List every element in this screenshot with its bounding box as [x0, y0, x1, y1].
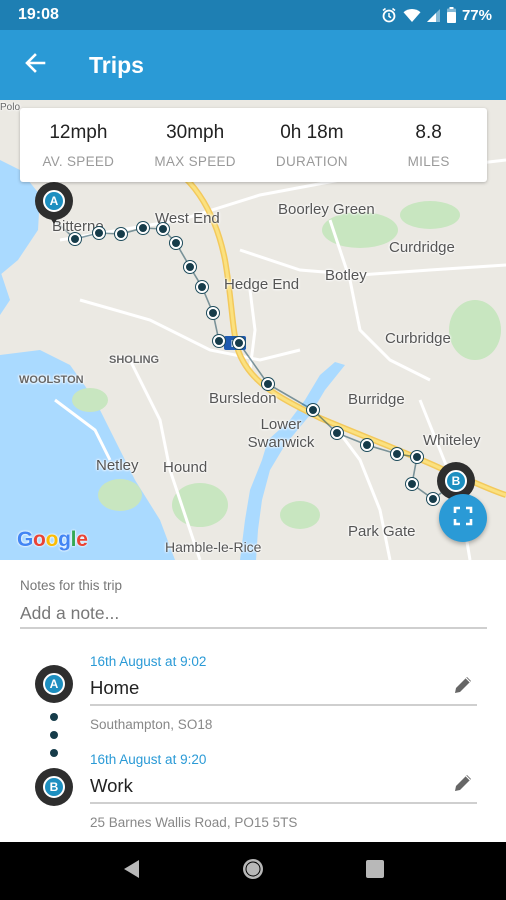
route-point [137, 222, 149, 234]
route-point [406, 478, 418, 490]
map-label: Curdridge [389, 239, 455, 256]
nav-home-button[interactable] [233, 851, 273, 891]
trip-map[interactable]: M Polo Bitterne West End Boorley Green C… [0, 100, 506, 560]
stat-value: 30mph [166, 121, 225, 143]
stat-max-speed: 30mph MAX SPEED [137, 108, 254, 182]
stop-time: 16th August at 9:20 [90, 752, 207, 767]
route-point [69, 233, 81, 245]
marker-label: A [43, 673, 65, 695]
arrow-back-icon [24, 52, 46, 79]
route-point [184, 261, 196, 273]
stat-label: MILES [407, 153, 450, 169]
map-label: Hedge End [224, 276, 300, 293]
marker-label: B [43, 776, 65, 798]
map-label: Netley [96, 457, 139, 474]
marker-label: B [445, 470, 467, 492]
connector-dot [50, 731, 58, 739]
wifi-icon [403, 8, 421, 23]
map-label: Hound [163, 459, 208, 476]
stat-value: 12mph [49, 121, 108, 143]
notes-label: Notes for this trip [20, 578, 123, 593]
stat-label: AV. SPEED [42, 153, 115, 169]
stat-value: 8.8 [415, 121, 442, 143]
pencil-icon [452, 674, 474, 701]
stat-label: MAX SPEED [154, 153, 236, 169]
map-label: Curbridge [385, 330, 451, 347]
route-point [93, 227, 105, 239]
map-label: WOOLSTON [19, 374, 84, 386]
route-point [196, 281, 208, 293]
status-icons: 77% [381, 7, 492, 24]
map-label: Park Gate [348, 523, 416, 540]
marker-label: A [43, 190, 65, 212]
stop-address: 25 Barnes Wallis Road, PO15 5TS [90, 815, 298, 830]
route-point [331, 427, 343, 439]
signal-icon [426, 8, 441, 23]
stop-address: Southampton, SO18 [90, 717, 213, 732]
alarm-icon [381, 7, 397, 23]
route-point [157, 223, 169, 235]
route-point [391, 448, 403, 460]
map-label: Bursledon [209, 390, 277, 407]
route-point [427, 493, 439, 505]
page-title: Trips [89, 51, 144, 78]
nav-back-button[interactable] [111, 851, 151, 891]
app-bar: Trips [0, 30, 506, 100]
google-logo: Google [17, 528, 88, 551]
route-point [213, 335, 225, 347]
map-label: Lower Swanwick [247, 416, 315, 451]
stop-name[interactable]: Work [90, 770, 477, 804]
map-label: Whiteley [423, 432, 481, 449]
stop-time: 16th August at 9:02 [90, 654, 207, 669]
recents-square-icon [365, 859, 385, 884]
marker-tail [49, 216, 59, 224]
route-point [233, 337, 245, 349]
fullscreen-icon [453, 506, 473, 531]
map-label: Boorley Green [278, 201, 375, 218]
fullscreen-button[interactable] [439, 494, 487, 542]
stop-marker: B [35, 768, 73, 806]
home-circle-icon [242, 858, 264, 885]
route-point [411, 451, 423, 463]
edit-button[interactable] [448, 672, 478, 702]
route-point [207, 307, 219, 319]
stat-duration: 0h 18m DURATION [254, 108, 371, 182]
status-time: 19:08 [18, 6, 59, 23]
start-marker[interactable]: A [35, 182, 73, 224]
connector-dot [50, 749, 58, 757]
map-label: Polo [0, 102, 21, 113]
map-label: Burridge [348, 391, 405, 408]
back-button[interactable] [0, 30, 70, 100]
route-point [262, 378, 274, 390]
nav-recents-button[interactable] [355, 851, 395, 891]
status-bar: 19:08 77% [0, 0, 506, 30]
note-input[interactable] [20, 599, 487, 629]
system-nav-bar [0, 842, 506, 900]
notes-section: Notes for this trip [20, 578, 487, 629]
connector-dot [50, 713, 58, 721]
trip-stats-card: 12mph AV. SPEED 30mph MAX SPEED 0h 18m D… [20, 108, 487, 182]
map-label: Hamble-le-Rice [165, 539, 262, 555]
pencil-icon [452, 772, 474, 799]
stop-name[interactable]: Home [90, 672, 477, 706]
stop-marker: A [35, 665, 73, 703]
stat-value: 0h 18m [280, 121, 344, 143]
edit-button[interactable] [448, 770, 478, 800]
battery-percent: 77% [461, 6, 492, 24]
back-triangle-icon [121, 858, 141, 885]
map-label: Botley [325, 267, 367, 284]
stat-av-speed: 12mph AV. SPEED [20, 108, 137, 182]
stat-miles: 8.8 MILES [370, 108, 487, 182]
stat-label: DURATION [275, 153, 348, 169]
route-point [361, 439, 373, 451]
battery-icon [446, 7, 456, 23]
map-label: SHOLING [109, 354, 160, 366]
route-point [307, 404, 319, 416]
route-point [170, 237, 182, 249]
route-point [115, 228, 127, 240]
